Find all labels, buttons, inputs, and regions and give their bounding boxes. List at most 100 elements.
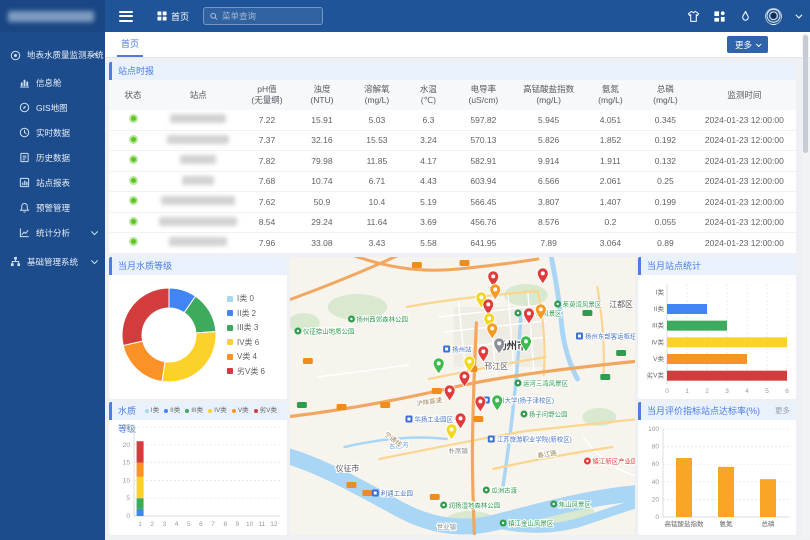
- table-cell: 50.9: [294, 197, 349, 207]
- vertical-scrollbar: [802, 33, 809, 539]
- chevron-down-icon: [91, 228, 98, 235]
- stacked-bar-segment-IV类[interactable]: [137, 477, 144, 498]
- legend-item[interactable]: 劣V类: [254, 402, 277, 420]
- tab-home[interactable]: 首页: [117, 32, 143, 57]
- svg-text:江苏旅游职业学院(新校区): 江苏旅游职业学院(新校区): [497, 434, 572, 443]
- breadcrumb[interactable]: 首页: [157, 10, 189, 23]
- status-dot-green: [129, 196, 138, 205]
- scrollbar-thumb[interactable]: [803, 35, 808, 153]
- sidebar-item-statistics[interactable]: 统计分析: [0, 220, 105, 245]
- table-cell: 4.051: [583, 115, 638, 125]
- panel-title-month-station: 当月站点统计: [638, 257, 796, 275]
- table-cell: 1.911: [583, 156, 638, 166]
- menu-search: [203, 7, 323, 25]
- road-shield: [616, 350, 626, 356]
- more-button[interactable]: 更多: [727, 36, 768, 53]
- table-cell: 3.24: [404, 135, 452, 145]
- donut-chart-svg: [115, 279, 223, 391]
- sidebar-item-info-cabin[interactable]: 信息舱: [0, 70, 105, 95]
- table-cell: 7.37: [240, 135, 295, 145]
- legend-item[interactable]: II类 2: [227, 308, 265, 319]
- table-cell: 0.055: [638, 217, 693, 227]
- hamburger-menu-icon[interactable]: [119, 8, 133, 24]
- legend-item[interactable]: III类 3: [227, 322, 265, 333]
- sidebar-section-label: 基础管理系统: [27, 256, 78, 268]
- rate-bar-氨氮[interactable]: [718, 467, 734, 517]
- column-header: 电导率(uS/cm): [452, 84, 514, 105]
- table-header: 状态站点pH值(无量纲)浊度(NTU)溶解氧(mg/L)水温(℃)电导率(uS/…: [109, 80, 796, 110]
- road-shield: [303, 358, 313, 364]
- vbar-chart-svg: 020406080100高锰酸盐指数氨氮总磷: [641, 421, 793, 533]
- hbar-IV类[interactable]: [667, 337, 787, 347]
- svg-text:80: 80: [652, 444, 660, 451]
- hbar-劣V类[interactable]: [667, 371, 787, 381]
- map-label-town: 世业镇: [437, 522, 457, 531]
- donut-slice-劣V类[interactable]: [122, 288, 169, 345]
- map-panel: 扬州西郊森林公园仪征捺山地质公园唐子城风景区茱萸湾风景区运河三湾风景区扬子问野公…: [290, 257, 635, 535]
- legend-item[interactable]: II类: [164, 402, 180, 420]
- donut-slice-IV类[interactable]: [162, 331, 216, 382]
- legend-item[interactable]: V类: [232, 402, 249, 420]
- panel-title-year-grade: 全年水质等级 I类II类III类IV类V类劣V类: [109, 402, 287, 420]
- legend-item[interactable]: I类: [145, 402, 159, 420]
- sidebar-item-realtime-data[interactable]: 实时数据: [0, 120, 105, 145]
- map-label-district: 仪征市: [336, 463, 360, 473]
- table-cell: 7.96: [240, 238, 295, 248]
- svg-text:3: 3: [725, 388, 729, 395]
- stacked-bar-segment-II类[interactable]: [137, 509, 144, 516]
- user-menu-chevron-icon[interactable]: [795, 11, 802, 18]
- status-dot-green: [129, 176, 138, 185]
- layout-icon[interactable]: [713, 10, 726, 23]
- stacked-bar-segment-V类[interactable]: [137, 463, 144, 477]
- svg-text:12: 12: [270, 521, 278, 528]
- alert-bell-icon: [19, 202, 30, 213]
- legend-item[interactable]: IV类: [208, 402, 227, 420]
- stacked-bar-segment-III类[interactable]: [137, 498, 144, 509]
- search-input[interactable]: [222, 11, 316, 21]
- legend-item[interactable]: 劣V类 6: [227, 366, 265, 377]
- user-avatar[interactable]: [765, 8, 782, 25]
- legend-item[interactable]: V类 4: [227, 351, 265, 362]
- svg-text:仪征捺山地质公园: 仪征捺山地质公园: [303, 326, 355, 335]
- svg-text:10: 10: [123, 477, 131, 484]
- table-cell: 3.43: [349, 238, 404, 248]
- sidebar-section-water-system[interactable]: 地表水质量监测系统: [0, 40, 105, 70]
- theme-shirt-icon[interactable]: [687, 10, 700, 23]
- table-cell: 7.22: [240, 115, 295, 125]
- sidebar-menu: 地表水质量监测系统 信息舱 GIS地图 实时数据 历史数据 站点报表: [0, 32, 105, 274]
- map-label-district: 邗江区: [484, 362, 508, 371]
- table-cell: 79.98: [294, 156, 349, 166]
- rate-bar-高锰酸盐指数[interactable]: [676, 458, 692, 517]
- city-map[interactable]: 扬州西郊森林公园仪征捺山地质公园唐子城风景区茱萸湾风景区运河三湾风景区扬子问野公…: [290, 257, 635, 535]
- table-cell: 8.54: [240, 217, 295, 227]
- table-cell: 2024-01-23 12:00:00: [693, 115, 796, 125]
- svg-text:氨氮: 氨氮: [720, 519, 734, 528]
- table-cell: 33.08: [294, 238, 349, 248]
- hbar-V类[interactable]: [667, 354, 747, 364]
- svg-text:20: 20: [123, 442, 131, 449]
- status-dot-green: [129, 135, 138, 144]
- hbar-II类[interactable]: [667, 304, 707, 314]
- table-cell: 570.13: [452, 135, 514, 145]
- trend-line-icon: [19, 227, 30, 238]
- sidebar-item-gis-map[interactable]: GIS地图: [0, 95, 105, 120]
- hbar-III类[interactable]: [667, 321, 727, 331]
- svg-text:茱萸湾风景区: 茱萸湾风景区: [563, 299, 602, 308]
- sidebar-item-station-report[interactable]: 站点报表: [0, 170, 105, 195]
- legend-item[interactable]: III类: [185, 402, 203, 420]
- svg-text:扬州东部客运枢纽: 扬州东部客运枢纽: [585, 331, 635, 340]
- donut-slice-V类[interactable]: [123, 341, 165, 381]
- rate-bar-总磷[interactable]: [760, 479, 776, 517]
- panel-more-link[interactable]: 更多: [775, 402, 790, 420]
- legend-item[interactable]: I类 0: [227, 293, 265, 304]
- road-shield: [430, 494, 440, 500]
- svg-text:25: 25: [123, 424, 131, 431]
- legend-item[interactable]: IV类 6: [227, 337, 265, 348]
- table-cell: 7.68: [240, 176, 295, 186]
- stacked-bar-segment-劣V类[interactable]: [137, 441, 144, 462]
- column-header: 状态: [109, 90, 157, 101]
- sidebar-item-history-data[interactable]: 历史数据: [0, 145, 105, 170]
- sidebar-item-alert-management[interactable]: 预警管理: [0, 195, 105, 220]
- sidebar-section-base-management[interactable]: 基础管理系统: [0, 249, 105, 274]
- flame-icon[interactable]: [739, 10, 752, 23]
